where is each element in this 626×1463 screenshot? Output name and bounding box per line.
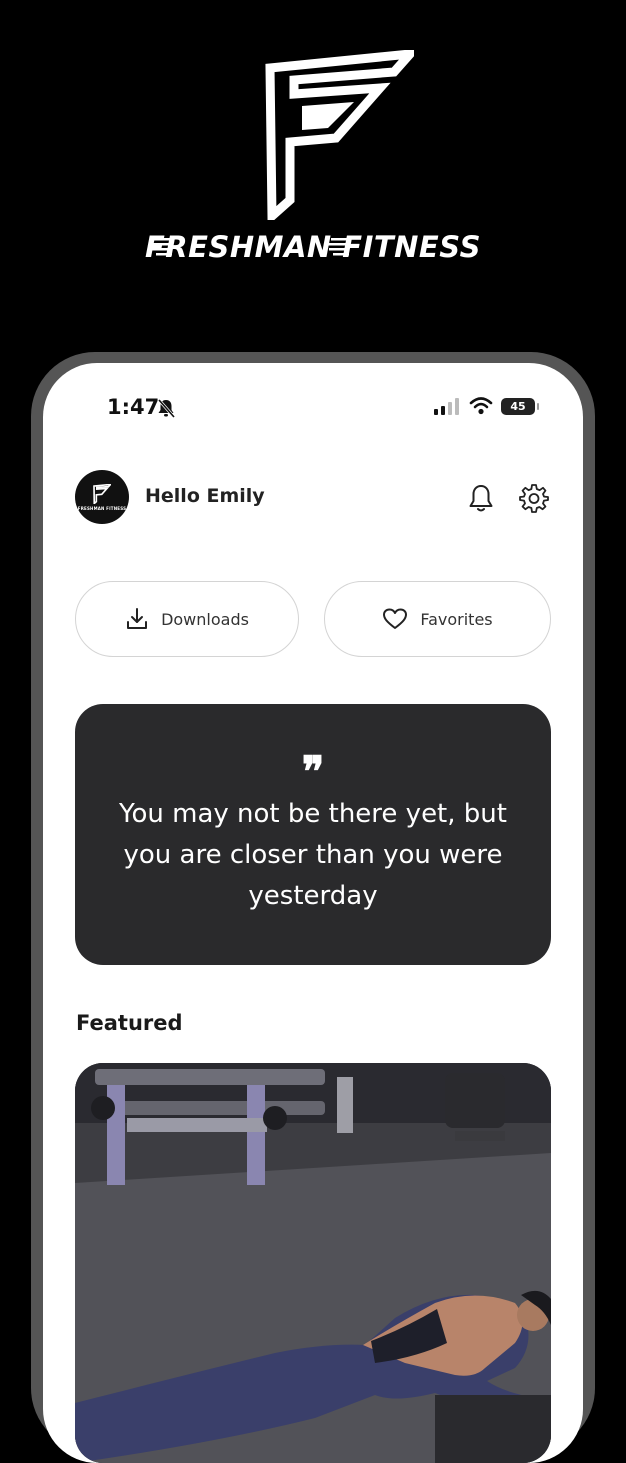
brand-header: FRESHMAN FITNESS (0, 0, 626, 330)
avatar[interactable]: FRESHMAN FITNESS (75, 470, 129, 524)
battery-icon: 45 (501, 397, 539, 415)
signal-icon (434, 398, 459, 415)
favorites-label: Favorites (420, 609, 493, 629)
download-icon (127, 608, 148, 629)
favorites-button[interactable]: Favorites (324, 581, 551, 657)
status-time: 1:47 (107, 395, 160, 419)
brand-logo (265, 50, 414, 220)
brand-logo-small (93, 483, 111, 504)
wifi-icon (469, 397, 493, 415)
featured-title: Featured (76, 1011, 183, 1035)
settings-button[interactable] (517, 481, 551, 515)
bell-icon (469, 485, 493, 512)
heart-icon (383, 608, 408, 629)
downloads-label: Downloads (161, 609, 249, 629)
bell-slash-icon (157, 399, 176, 418)
gear-icon (519, 484, 549, 513)
quote-card: ❞ You may not be there yet, but you are … (75, 704, 551, 965)
brand-name: FRESHMAN FITNESS (145, 230, 481, 264)
avatar-caption: FRESHMAN FITNESS (77, 505, 127, 511)
downloads-button[interactable]: Downloads (75, 581, 299, 657)
notifications-button[interactable] (464, 481, 498, 515)
greeting: Hello Emily (145, 485, 265, 507)
quote-text: You may not be there yet, but you are cl… (119, 799, 507, 911)
battery-level: 45 (510, 399, 526, 413)
status-icons: 45 (433, 397, 539, 415)
quote-icon: ❞ (301, 747, 325, 796)
featured-video-thumbnail[interactable] (75, 1063, 551, 1463)
featured-image (75, 1063, 551, 1463)
phone-screen: 1:47 45 FRESHMAN FITNESS Hello Emily Dow… (43, 363, 583, 1463)
